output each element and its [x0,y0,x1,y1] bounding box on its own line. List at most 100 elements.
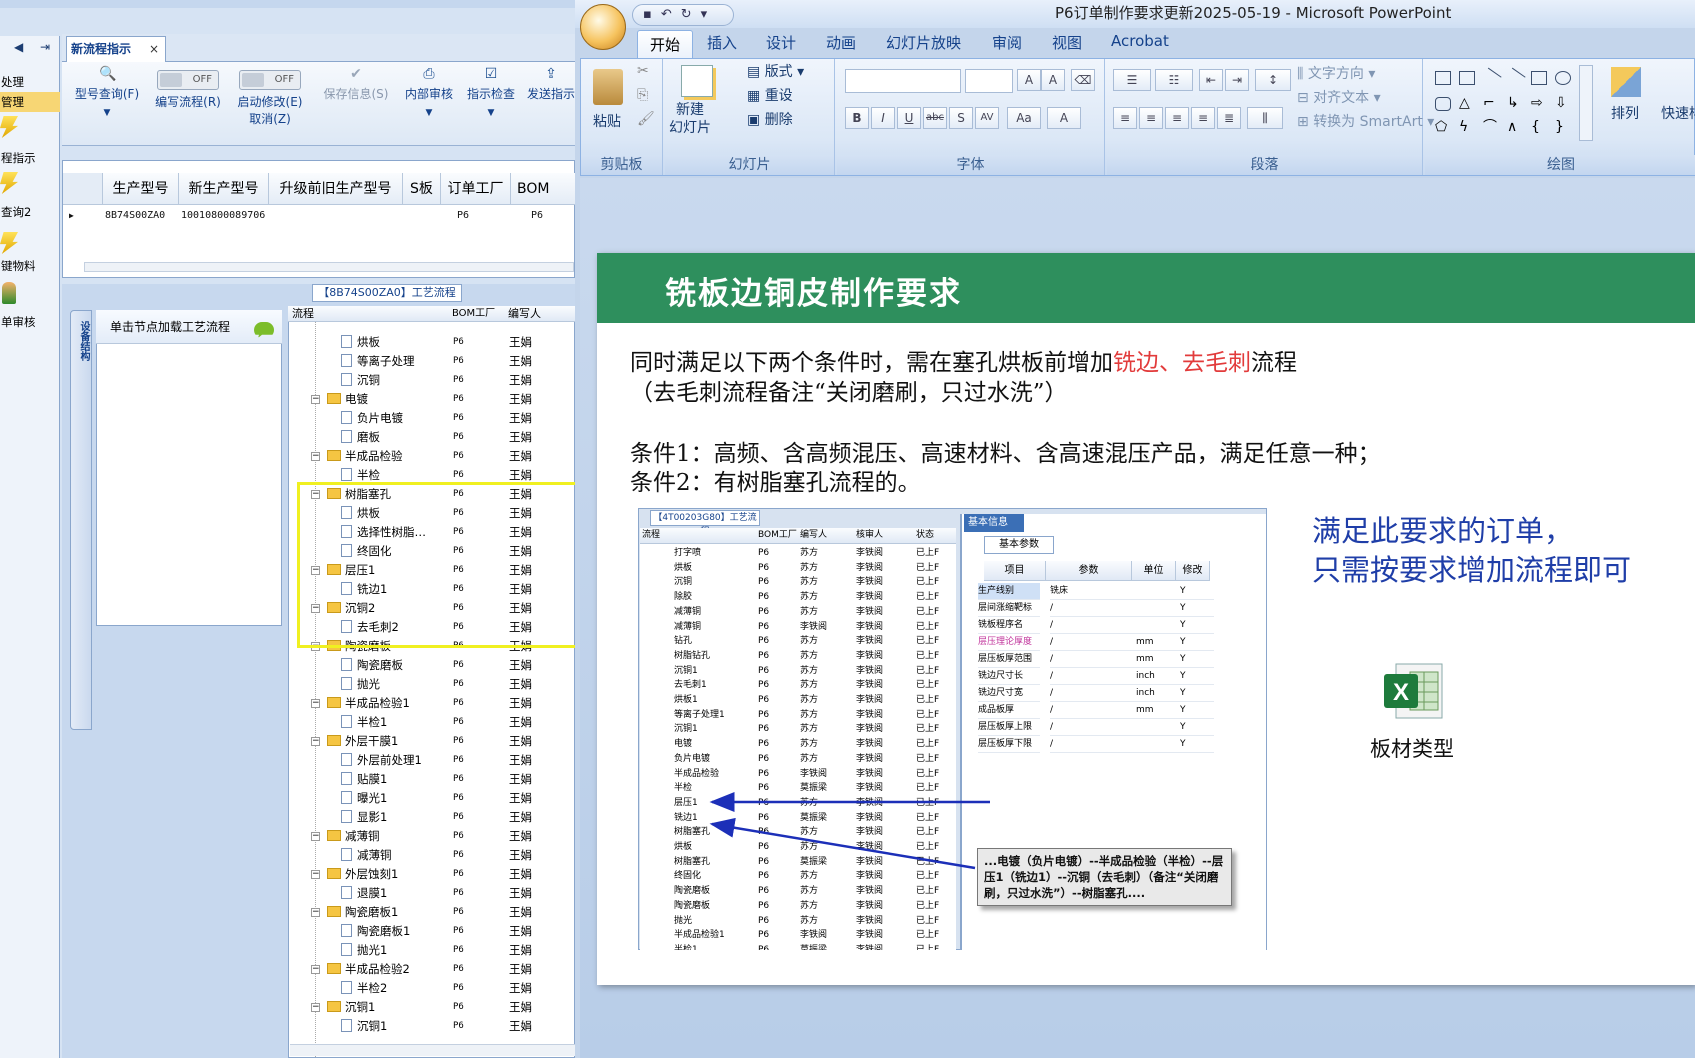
oval-shape-icon[interactable] [1555,71,1571,85]
tree-col-writer[interactable]: 编写人 [508,306,541,321]
reset-button[interactable]: ▦ 重设 [747,85,793,105]
tree-row[interactable]: 显影1 P6 王娟 [289,808,574,827]
collapse-icon[interactable]: − [311,699,320,708]
tab-home[interactable]: 开始 [637,30,694,58]
down-arrow-shape-icon[interactable]: ⇩ [1555,96,1571,111]
nav-item-process[interactable]: 处理 [0,72,60,92]
collapse-icon[interactable]: − [311,395,320,404]
smartart-button[interactable]: ⊞ 转换为 SmartArt ▾ [1297,111,1434,131]
triangle-shape-icon[interactable]: △ [1459,96,1475,111]
delete-button[interactable]: ▣ 删除 [747,109,793,129]
tree-row[interactable]: 抛光 P6 王娟 [289,675,574,694]
right-brace-icon[interactable]: } [1555,120,1571,135]
collapse-icon[interactable]: − [311,737,320,746]
internal-review-button[interactable]: ⎙ 内部审核 ▼ [400,62,458,146]
tree-row[interactable]: − 半成品检验2 P6 王娟 [289,960,574,979]
tab-animation[interactable]: 动画 [826,32,856,53]
grid-col-new-model[interactable]: 新生产型号 [179,173,269,205]
grid-col-s-board[interactable]: S板 [403,173,441,205]
tab-design[interactable]: 设计 [766,32,796,53]
tree-row[interactable]: 陶瓷磨板 P6 王娟 [289,656,574,675]
tree-row[interactable]: − 半成品检验1 P6 王娟 [289,694,574,713]
grid-cell-new-model[interactable]: 10010800089706 [179,207,265,225]
quick-styles-button[interactable]: 快速样 [1661,103,1695,123]
nav-back-icon[interactable]: ◀ [14,40,23,54]
excel-file-icon[interactable]: X [1382,660,1446,722]
tree-row[interactable]: 外层前处理1 P6 王娟 [289,751,574,770]
collapse-icon[interactable]: − [311,908,320,917]
check-instruction-button[interactable]: ☑ 指示检查 ▼ [462,62,520,146]
increase-indent-icon[interactable]: ⇥ [1225,69,1249,91]
tree-row[interactable]: 负片电镀 P6 王娟 [289,409,574,428]
query-button[interactable]: 🔍 型号查询(F) ▼ [70,62,144,146]
rectangle-shape-icon[interactable] [1531,71,1547,85]
collapse-icon[interactable]: − [311,452,320,461]
grid-cell-old-model[interactable] [269,207,271,225]
arc-shape-icon[interactable]: ⌒ [1483,120,1499,135]
grid-cell-order-factory[interactable]: P6 [455,207,469,225]
italic-icon[interactable]: I [871,107,895,129]
grid-col-model[interactable]: 生产型号 [103,173,179,205]
tree-row[interactable]: 贴膜1 P6 王娟 [289,770,574,789]
tree-row[interactable]: 退膜1 P6 王娟 [289,884,574,903]
distribute-icon[interactable]: ≣ [1217,107,1241,129]
send-instruction-button[interactable]: ⇪ 发送指示 [522,62,580,146]
tree-row[interactable]: − 沉铜1 P6 王娟 [289,998,574,1017]
columns-icon[interactable]: ⫼ [1247,107,1283,129]
start-modify-toggle[interactable]: OFF 启动修改(E) 取消(Z) [230,62,310,146]
tree-row[interactable]: − 减薄铜 P6 王娟 [289,827,574,846]
side-tab-structure[interactable]: 设备结构 [70,310,92,730]
grid-cell-model[interactable]: 8B74S00ZA0 [103,207,165,225]
collapse-icon[interactable]: − [311,870,320,879]
cut-icon[interactable]: ✂ [637,63,649,79]
tab-review[interactable]: 审阅 [992,32,1022,53]
tab-slideshow[interactable]: 幻灯片放映 [886,32,961,53]
customize-icon[interactable]: ▾ [701,7,717,22]
collapse-icon[interactable]: − [311,965,320,974]
tree-row[interactable]: − 陶瓷磨板1 P6 王娟 [289,903,574,922]
slide-note[interactable]: 满足此要求的订单， 只需按要求增加流程即可 [1312,512,1631,590]
vertical-textbox-icon[interactable] [1459,71,1475,85]
align-left-icon[interactable]: ≡ [1113,107,1137,129]
save-icon[interactable]: ▪ [643,7,661,22]
underline-icon[interactable]: U [897,107,921,129]
numbering-icon[interactable]: ☷ [1155,69,1193,91]
grid-col-old-model[interactable]: 升级前旧生产型号 [269,173,403,205]
tree-row[interactable]: − 外层蚀刻1 P6 王娟 [289,865,574,884]
slide-condition2[interactable]: 条件2：有树脂塞孔流程的。 [630,463,921,497]
grow-font-icon[interactable]: A [1017,69,1041,91]
font-color-icon[interactable]: A [1047,107,1081,129]
tree-row[interactable]: 沉铜 P6 王娟 [289,371,574,390]
grid-cell-s-board[interactable] [403,207,405,225]
strikethrough-icon[interactable]: abc [923,107,947,129]
nav-item-review[interactable]: 单审核 [0,312,60,332]
align-center-icon[interactable]: ≡ [1139,107,1163,129]
collapse-icon[interactable]: − [311,832,320,841]
line-spacing-icon[interactable]: ↕ [1255,69,1291,91]
text-direction-button[interactable]: ⫼ 文字方向 ▾ [1297,63,1375,83]
tree-row[interactable]: 沉铜1 P6 王娟 [289,1017,574,1036]
new-slide-button[interactable]: 新建 幻灯片 [669,101,711,137]
tree-row[interactable]: 磨板 P6 王娟 [289,428,574,447]
layout-button[interactable]: ▤ 版式 ▾ [747,61,804,81]
slide-title[interactable]: 铣板边铜皮制作要求 [665,268,962,313]
bold-icon[interactable]: B [845,107,869,129]
tree-row[interactable]: 曝光1 P6 王娟 [289,789,574,808]
collapse-icon[interactable]: − [311,1003,320,1012]
textbox-shape-icon[interactable] [1435,71,1451,85]
save-info-button[interactable]: ✔ 保存信息(S) [316,62,396,146]
tree-row[interactable]: 半检1 P6 王娟 [289,713,574,732]
arrange-button[interactable]: 排列 [1611,103,1639,123]
right-arrow-shape-icon[interactable]: ⇨ [1531,96,1547,111]
grid-col-bom[interactable]: BOM [511,173,576,205]
shrink-font-icon[interactable]: A [1041,69,1065,91]
nav-item-key-material[interactable]: 键物料 [0,256,60,276]
tree-row[interactable]: − 外层干膜1 P6 王娟 [289,732,574,751]
tree-row[interactable]: 抛光1 P6 王娟 [289,941,574,960]
align-text-button[interactable]: ⊟ 对齐文本 ▾ [1297,87,1381,107]
tree-horizontal-scrollbar[interactable] [290,1044,575,1056]
grid-col-order-factory[interactable]: 订单工厂 [441,173,511,205]
align-right-icon[interactable]: ≡ [1165,107,1189,129]
tree-row[interactable]: 半检2 P6 王娟 [289,979,574,998]
arrow-shape-icon[interactable] [1504,67,1526,89]
